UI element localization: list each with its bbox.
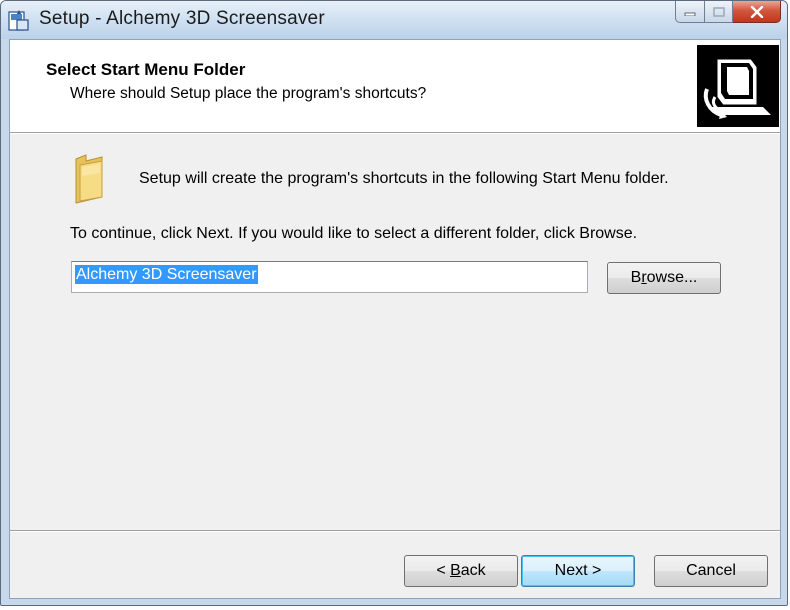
maximize-button[interactable]	[705, 1, 733, 23]
title-bar[interactable]: Setup - Alchemy 3D Screensaver	[1, 1, 787, 39]
page-subtitle: Where should Setup place the program's s…	[70, 85, 427, 102]
back-label-post: ack	[460, 562, 486, 579]
back-label-pre: <	[436, 562, 451, 579]
close-button[interactable]	[733, 1, 781, 23]
close-icon	[750, 5, 763, 18]
browse-label-post: owse...	[646, 269, 698, 286]
footer-divider	[10, 530, 780, 531]
setup-window: Setup - Alchemy 3D Screensaver Select St…	[0, 0, 788, 606]
minimize-button[interactable]	[675, 1, 705, 23]
caption-buttons	[675, 1, 781, 25]
header-divider	[10, 133, 780, 134]
wizard-client-area: Select Start Menu Folder Where should Se…	[9, 39, 781, 599]
browse-button[interactable]: Br owse...	[607, 262, 721, 294]
folder-icon	[75, 154, 103, 204]
setup-computer-icon	[697, 45, 779, 127]
app-icon[interactable]	[7, 8, 31, 32]
browse-label-pre: B	[630, 269, 642, 286]
back-button[interactable]: < Back	[404, 555, 518, 587]
cancel-button[interactable]: Cancel	[654, 555, 768, 587]
wizard-header: Select Start Menu Folder Where should Se…	[10, 40, 780, 133]
folder-name-value: Alchemy 3D Screensaver	[75, 265, 258, 284]
minimize-icon	[684, 12, 696, 16]
window-title: Setup - Alchemy 3D Screensaver	[39, 8, 325, 29]
instruction-text: To continue, click Next. If you would li…	[70, 225, 638, 242]
maximize-icon	[712, 6, 725, 17]
page-title: Select Start Menu Folder	[46, 60, 246, 79]
next-button[interactable]: Next >	[521, 555, 635, 587]
back-label-accel: B	[450, 562, 461, 579]
intro-text: Setup will create the program's shortcut…	[139, 170, 669, 187]
start-menu-folder-input[interactable]: Alchemy 3D Screensaver	[71, 261, 588, 293]
